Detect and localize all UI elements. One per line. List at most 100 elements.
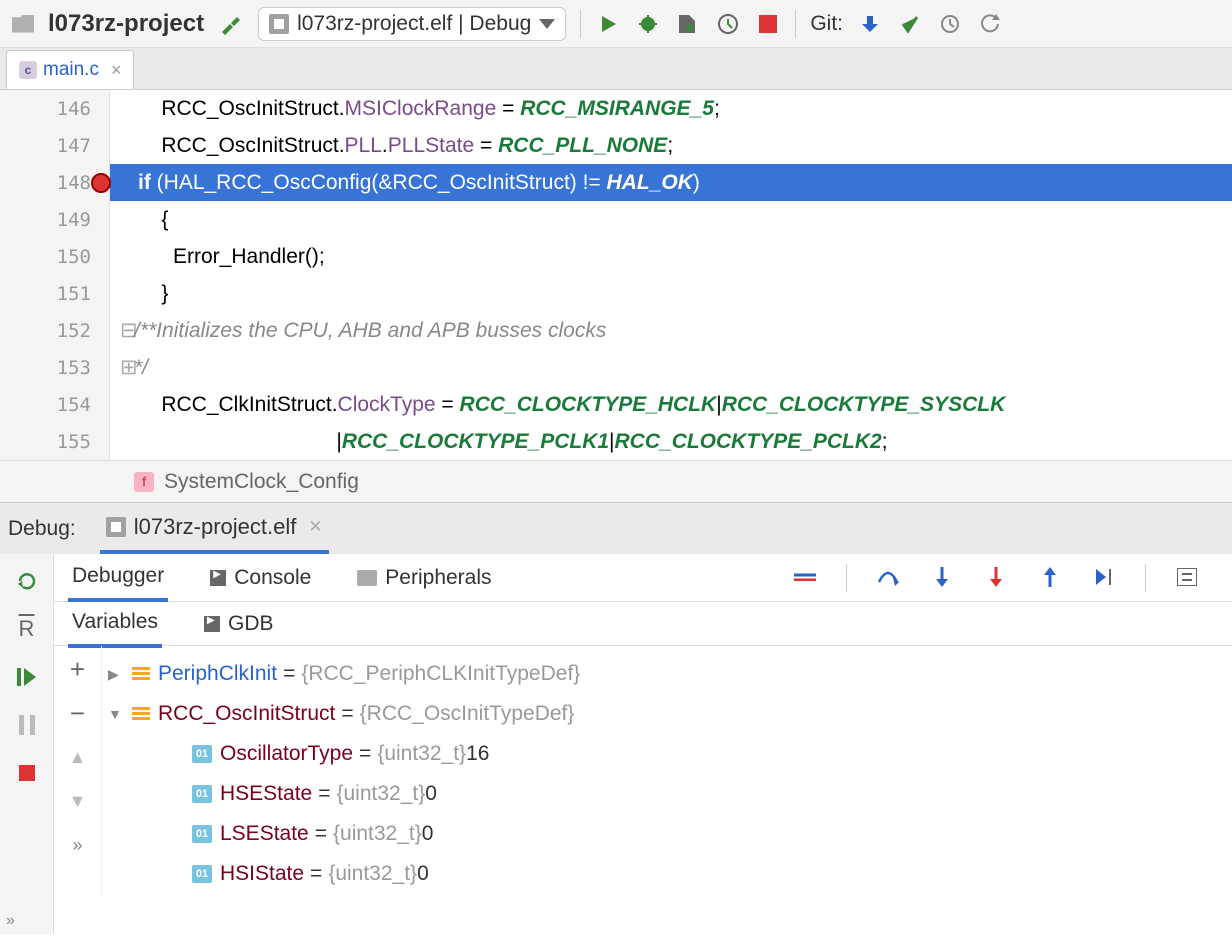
line-number[interactable]: 154 [0,386,109,423]
line-number[interactable]: 150 [0,238,109,275]
line-number[interactable]: 152 [0,312,109,349]
more-icon[interactable]: » [6,912,15,930]
tab-debugger[interactable]: Debugger [68,554,168,602]
line-gutter: 146147148149150151152153154155 [0,90,110,460]
chip-icon [269,14,289,34]
variable-row[interactable]: 01OscillatorType={uint32_t} 16 [102,734,1232,774]
revert-icon[interactable] [977,11,1003,37]
reset-icon[interactable]: R [14,616,40,642]
rerun-icon[interactable] [14,568,40,594]
close-icon[interactable]: ✕ [308,517,322,537]
tab-gdb[interactable]: GDB [200,602,278,646]
build-hammer-icon[interactable] [218,11,244,37]
force-step-into-icon[interactable] [983,564,1009,590]
line-number[interactable]: 155 [0,423,109,460]
code-line[interactable]: |RCC_CLOCKTYPE_PCLK1|RCC_CLOCKTYPE_PCLK2… [110,423,1232,460]
step-over-icon[interactable] [875,564,901,590]
debug-sidebar: R [0,554,54,934]
close-icon[interactable]: × [111,60,122,81]
debug-header: Debug: l073rz-project.elf ✕ [0,502,1232,554]
run-button[interactable] [595,11,621,37]
function-icon: f [134,472,154,492]
pause-icon[interactable] [14,712,40,738]
main-toolbar: l073rz-project l073rz-project.elf | Debu… [0,0,1232,48]
run-with-coverage-button[interactable] [675,11,701,37]
int-icon: 01 [192,825,212,843]
editor-tabs: c main.c × [0,48,1232,90]
fold-icon[interactable]: ⊞ [120,355,134,380]
line-number[interactable]: 151 [0,275,109,312]
code-line[interactable]: ⊞ */ [110,349,1232,386]
stop-button[interactable] [755,11,781,37]
code-editor[interactable]: 146147148149150151152153154155 RCC_OscIn… [0,90,1232,460]
separator [580,10,581,38]
tab-console[interactable]: Console [206,556,315,600]
chevron-down-icon [539,19,555,29]
stop-icon[interactable] [14,760,40,786]
remove-watch-icon[interactable]: − [65,700,91,726]
run-to-cursor-icon[interactable] [1091,564,1117,590]
variable-row[interactable]: 01LSEState={uint32_t} 0 [102,814,1232,854]
tab-variables[interactable]: Variables [68,600,162,648]
separator [846,564,847,592]
int-icon: 01 [192,785,212,803]
move-down-icon[interactable]: ▼ [65,788,91,814]
project-name[interactable]: l073rz-project [48,10,204,38]
debug-panel: R Debugger Console Peripherals Variables [0,554,1232,934]
history-icon[interactable] [937,11,963,37]
separator [795,10,796,38]
chip-icon [106,517,126,537]
more-icon[interactable]: » [65,832,91,858]
variable-row[interactable]: ▼RCC_OscInitStruct={RCC_OscInitTypeDef} [102,694,1232,734]
line-number[interactable]: 153 [0,349,109,386]
code-line[interactable]: Error_Handler(); [110,238,1232,275]
line-number[interactable]: 149 [0,201,109,238]
struct-icon [132,707,150,721]
separator [1145,564,1146,592]
terminal-icon [204,616,220,632]
variables-toolbar: + − ▲ ▼ » [54,646,102,894]
expand-icon[interactable]: ▶ [108,666,124,683]
run-config-selector[interactable]: l073rz-project.elf | Debug [258,7,566,41]
move-up-icon[interactable]: ▲ [65,744,91,770]
line-number[interactable]: 146 [0,90,109,127]
step-into-icon[interactable] [929,564,955,590]
int-icon: 01 [192,865,212,883]
line-number[interactable]: 148 [0,164,109,201]
code-line[interactable]: if (HAL_RCC_OscConfig(&RCC_OscInitStruct… [110,164,1232,201]
editor-tab-main-c[interactable]: c main.c × [6,50,134,89]
variable-row[interactable]: 01HSIState={uint32_t} 0 [102,854,1232,894]
code-line[interactable]: RCC_OscInitStruct.MSIClockRange = RCC_MS… [110,90,1232,127]
line-number[interactable]: 147 [0,127,109,164]
fold-icon[interactable]: ⊟ [120,318,134,343]
tab-peripherals[interactable]: Peripherals [353,556,495,600]
step-out-icon[interactable] [1037,564,1063,590]
debug-session-tab[interactable]: l073rz-project.elf ✕ [100,504,329,554]
breadcrumb[interactable]: f SystemClock_Config [0,460,1232,502]
code-line[interactable]: ⊟ /**Initializes the CPU, AHB and APB bu… [110,312,1232,349]
git-label: Git: [810,12,843,36]
profile-button[interactable] [715,11,741,37]
folder-icon [12,15,34,33]
show-exec-point-icon[interactable] [792,564,818,590]
evaluate-icon[interactable] [1174,564,1200,590]
variables-tree[interactable]: ▶PeriphClkInit={RCC_PeriphCLKInitTypeDef… [102,646,1232,894]
debug-subtabs: Debugger Console Peripherals [54,554,1232,602]
debug-button[interactable] [635,11,661,37]
c-file-icon: c [19,61,37,79]
int-icon: 01 [192,745,212,763]
code-line[interactable]: RCC_OscInitStruct.PLL.PLLState = RCC_PLL… [110,127,1232,164]
resume-icon[interactable] [14,664,40,690]
expand-icon[interactable]: ▼ [108,706,124,722]
code-line[interactable]: RCC_ClkInitStruct.ClockType = RCC_CLOCKT… [110,386,1232,423]
add-watch-icon[interactable]: + [65,656,91,682]
code-area[interactable]: RCC_OscInitStruct.MSIClockRange = RCC_MS… [110,90,1232,460]
git-update-icon[interactable] [857,11,883,37]
code-line[interactable]: { [110,201,1232,238]
variables-area: + − ▲ ▼ » ▶PeriphClkInit={RCC_PeriphCLKI… [54,646,1232,894]
variable-row[interactable]: ▶PeriphClkInit={RCC_PeriphCLKInitTypeDef… [102,654,1232,694]
code-line[interactable]: } [110,275,1232,312]
variable-row[interactable]: 01HSEState={uint32_t} 0 [102,774,1232,814]
git-commit-icon[interactable] [897,11,923,37]
peripherals-icon [357,570,377,586]
